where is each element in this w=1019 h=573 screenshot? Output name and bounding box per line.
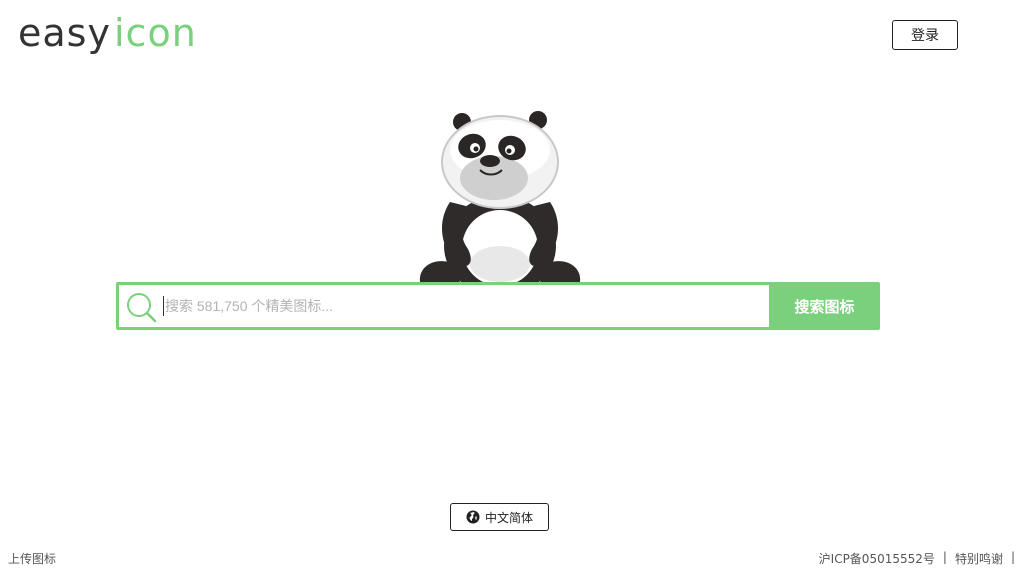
upload-icon-link[interactable]: 上传图标: [8, 550, 56, 567]
search-input[interactable]: [165, 285, 765, 327]
icp-link[interactable]: 沪ICP备05015552号: [819, 550, 935, 567]
search-button[interactable]: 搜索图标: [772, 285, 877, 327]
easyicon-logo[interactable]: easy icon: [18, 6, 208, 62]
footer-links: 沪ICP备05015552号 | 特别鸣谢 |: [819, 550, 1015, 567]
logo-text-icon: icon: [114, 11, 197, 55]
login-button[interactable]: 登录: [892, 20, 958, 50]
language-button[interactable]: 中文简体: [450, 503, 549, 531]
page: easy icon 登录 搜索 581,750 个精美图标... 搜索图标 中文…: [0, 0, 1019, 573]
thanks-link[interactable]: 特别鸣谢: [955, 550, 1003, 567]
text-caret: [163, 296, 164, 316]
globe-icon: [466, 510, 480, 524]
logo-text-easy: easy: [18, 11, 111, 55]
panda-illustration: [419, 111, 581, 286]
language-label: 中文简体: [484, 510, 533, 525]
search-bar: 搜索图标: [116, 282, 880, 330]
footer-separator: |: [1010, 550, 1015, 564]
search-icon: [127, 293, 157, 323]
search-field-container[interactable]: [119, 285, 769, 327]
footer-separator: |: [942, 550, 947, 564]
